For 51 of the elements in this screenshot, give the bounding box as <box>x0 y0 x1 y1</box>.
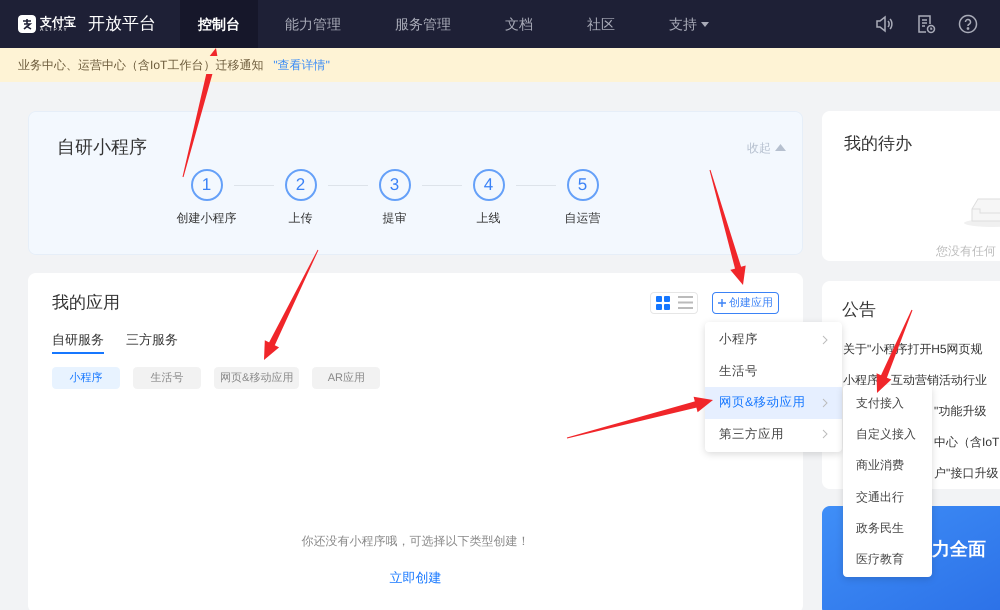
submenu-item[interactable]: 政务民生 <box>843 512 932 544</box>
menu-item[interactable]: 小程序 <box>705 324 842 356</box>
platform-title: 开放平台 <box>88 13 156 36</box>
nav-tab[interactable]: 能力管理 <box>258 0 368 48</box>
service-tab[interactable]: 三方服务 <box>126 330 178 354</box>
step-label: 上传 <box>288 210 312 227</box>
document-clock-icon[interactable] <box>916 14 936 34</box>
card-title: 我的待办 <box>844 134 912 153</box>
create-app-button[interactable]: 创建应用 <box>712 292 779 314</box>
grid-view-icon[interactable] <box>654 294 672 311</box>
nav-tab[interactable]: 控制台 <box>180 0 258 48</box>
menu-item[interactable]: 生活号 <box>705 356 842 387</box>
step-number: 5 <box>566 169 598 201</box>
menu-item[interactable]: 网页&移动应用 <box>705 387 842 418</box>
empty-message: 您没有任何 <box>936 243 996 260</box>
notice-text: 业务中心、运营中心（含IoT工作台）迁移通知 <box>18 56 264 74</box>
nav-tab[interactable]: 社区 <box>560 0 642 48</box>
create-now-link[interactable]: 立即创建 <box>390 568 442 588</box>
logo-icon <box>18 15 36 33</box>
banner-text: 力全面 <box>932 538 986 561</box>
submenu-item[interactable]: 交通出行 <box>843 480 932 512</box>
caret-up-icon <box>775 144 786 151</box>
card-title: 自研小程序 <box>57 136 147 159</box>
submenu-item[interactable]: 支付接入 <box>843 387 932 418</box>
submenu-item[interactable]: 商业消费 <box>843 450 932 481</box>
speaker-icon[interactable] <box>874 14 894 34</box>
nav-tab[interactable]: 支持 <box>642 0 736 48</box>
filter-chip[interactable]: 小程序 <box>52 367 120 389</box>
step-label: 创建小程序 <box>176 210 236 227</box>
step-label: 提审 <box>382 210 406 227</box>
submenu-item[interactable]: 自定义接入 <box>843 418 932 450</box>
announcement-item: 中心（含IoT <box>934 434 1000 450</box>
help-icon[interactable] <box>958 14 978 34</box>
menu-item[interactable]: 第三方应用 <box>705 418 842 450</box>
nav-tab[interactable]: 文档 <box>478 0 560 48</box>
submenu-item[interactable]: 医疗教育 <box>843 543 932 575</box>
step-label: 自运营 <box>564 210 600 227</box>
announcement-item: 户"接口升级 <box>934 464 998 482</box>
step-label: 上线 <box>476 210 500 227</box>
plus-icon <box>718 298 726 307</box>
empty-message: 你还没有小程序哦，可选择以下类型创建！ <box>302 533 530 550</box>
nav-tab[interactable]: 服务管理 <box>368 0 478 48</box>
step-number: 1 <box>190 169 222 201</box>
card-title: 公告 <box>841 300 876 319</box>
logo-text: 支付宝 <box>40 16 76 28</box>
step-number: 3 <box>378 169 410 201</box>
step-number: 4 <box>472 169 504 201</box>
card-title: 我的应用 <box>52 292 120 314</box>
service-tab[interactable]: 自研服务 <box>52 330 104 354</box>
announcement-item: "功能升级 <box>934 402 986 420</box>
step-number: 2 <box>284 169 316 201</box>
